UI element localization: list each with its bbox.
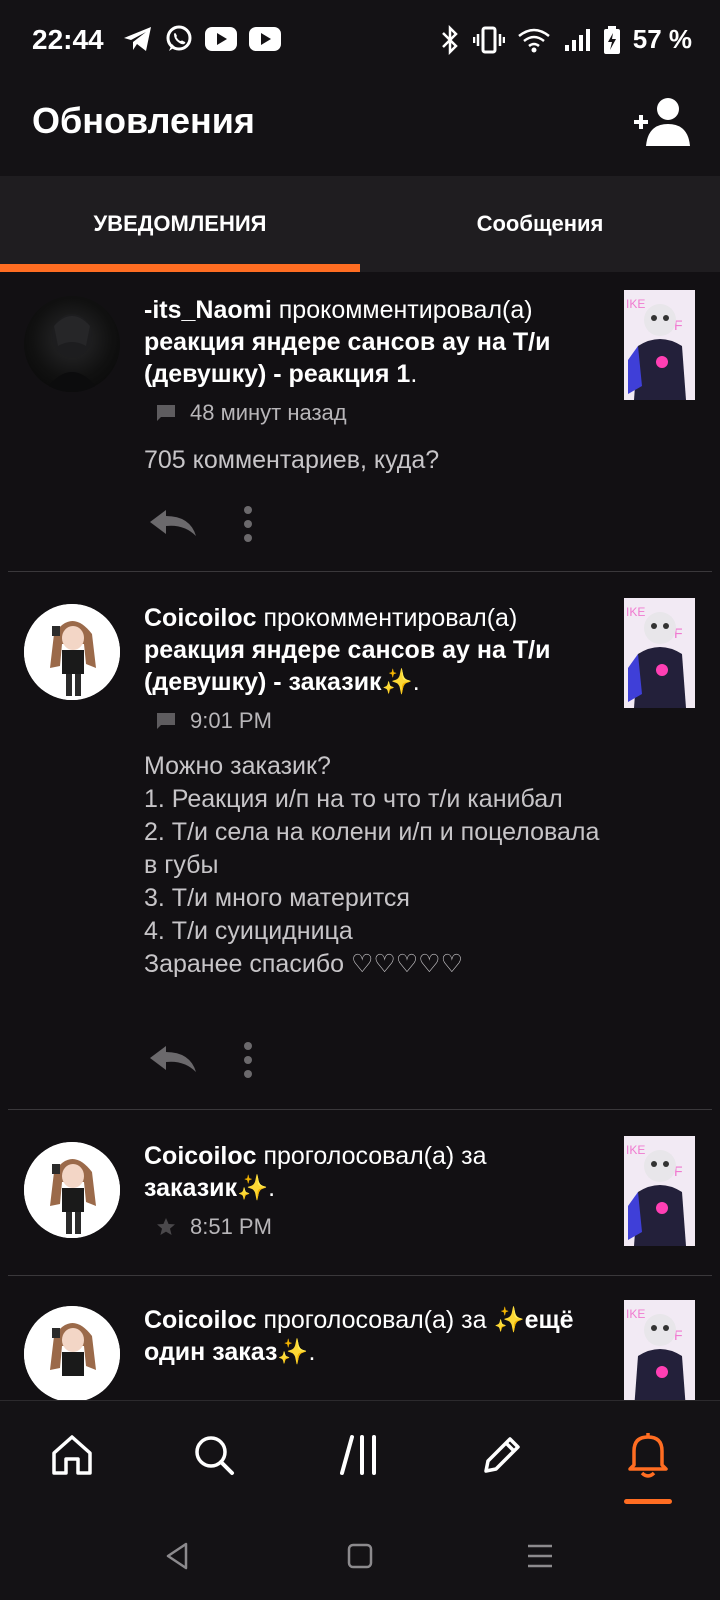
recents-icon <box>528 1544 552 1568</box>
add-user-button[interactable] <box>632 96 692 148</box>
avatar-image <box>24 604 120 700</box>
system-home-button[interactable] <box>340 1536 380 1576</box>
system-navigation-bar <box>0 1508 720 1600</box>
action-text: прокомментировал(а) <box>256 604 518 632</box>
more-vertical-icon <box>244 506 252 542</box>
story-cover-image: IKE F <box>624 1136 695 1246</box>
tab-messages[interactable]: Сообщения <box>360 176 720 272</box>
nav-write-button[interactable] <box>472 1425 532 1485</box>
action-text: проголосовал(а) за <box>256 1306 494 1334</box>
list-item[interactable]: Coicoiloc проголосовал(а) за ✨ещё один з… <box>0 1276 720 1400</box>
telegram-icon <box>124 27 151 51</box>
avatar-image <box>24 1142 120 1238</box>
system-back-button[interactable] <box>158 1536 198 1576</box>
reply-button[interactable] <box>148 508 198 538</box>
active-nav-indicator <box>624 1499 672 1504</box>
nav-search-button[interactable] <box>184 1425 244 1485</box>
active-tab-indicator <box>0 264 360 272</box>
bluetooth-icon <box>441 24 458 55</box>
write-icon <box>484 1437 520 1473</box>
home-icon <box>52 1435 92 1475</box>
tab-notifications[interactable]: УВЕДОМЛЕНИЯ <box>0 176 360 272</box>
comment-text: 705 комментариев, куда? <box>144 446 440 474</box>
vibrate-icon <box>472 26 505 53</box>
reply-icon <box>150 1046 196 1072</box>
story-title[interactable]: реакция яндере сансов ау на Т/и (девушку… <box>144 328 550 388</box>
notification-meta: 9:01 PM <box>156 708 272 734</box>
story-cover[interactable]: IKE F <box>624 290 695 400</box>
notification-meta: 48 минут назад <box>156 400 347 426</box>
action-text: прокомментировал(а) <box>271 296 533 324</box>
story-cover[interactable]: IKE F <box>624 598 695 708</box>
story-cover-image: IKE F <box>624 1300 695 1400</box>
whatsapp-icon <box>166 25 192 51</box>
story-cover[interactable]: IKE F <box>624 1300 695 1400</box>
svg-text:IKE: IKE <box>626 1143 645 1157</box>
list-item[interactable]: -its_Naomi прокомментировал(а) реакция я… <box>0 272 720 572</box>
reply-icon <box>150 510 196 536</box>
notification-text: Coicoiloc прокомментировал(а) реакция ян… <box>144 604 551 696</box>
svg-text:IKE: IKE <box>626 297 645 311</box>
comment-text: Можно заказик? 1. Реакция и/п на то что … <box>144 752 600 978</box>
app-bar: Обновления <box>0 82 720 176</box>
avatar-image <box>44 314 100 392</box>
notification-text: Coicoiloc проголосовал(а) за ✨ещё один з… <box>144 1306 574 1366</box>
user-name[interactable]: Coicoiloc <box>144 604 257 632</box>
avatar-image <box>24 1306 120 1400</box>
notification-time: 8:51 PM <box>190 1214 272 1239</box>
tab-bar: УВЕДОМЛЕНИЯ Сообщения <box>0 176 720 272</box>
signal-icon <box>564 28 590 51</box>
comment-icon <box>157 405 175 421</box>
story-title[interactable]: реакция яндере сансов ау на Т/и (девушку… <box>144 636 550 696</box>
user-name[interactable]: -its_Naomi <box>144 296 272 324</box>
avatar[interactable] <box>24 604 120 700</box>
notification-text: -its_Naomi прокомментировал(а) реакция я… <box>144 296 551 388</box>
nav-home-button[interactable] <box>42 1425 102 1485</box>
action-text: проголосовал(а) за <box>256 1142 487 1170</box>
library-icon <box>340 1435 376 1475</box>
add-user-icon <box>634 98 690 146</box>
avatar[interactable] <box>24 1142 120 1238</box>
comment-icon <box>157 713 175 729</box>
notification-time: 9:01 PM <box>190 708 272 733</box>
list-item[interactable]: Coicoiloc проголосовал(а) за заказик✨. I… <box>0 1110 720 1276</box>
list-item[interactable]: Coicoiloc прокомментировал(а) реакция ян… <box>0 572 720 1110</box>
status-time: 22:44 <box>32 24 104 55</box>
story-cover-image: IKE F <box>624 598 695 708</box>
wifi-icon <box>517 28 550 52</box>
nav-library-button[interactable] <box>330 1425 390 1485</box>
avatar[interactable] <box>24 296 120 392</box>
notifications-bell-icon <box>628 1433 668 1478</box>
star-icon <box>157 1218 175 1235</box>
avatar[interactable] <box>24 1306 120 1400</box>
notification-time: 48 минут назад <box>190 400 347 425</box>
battery-percent: 57 % <box>632 24 692 54</box>
more-vertical-icon <box>244 1042 252 1078</box>
bottom-navigation <box>0 1400 720 1508</box>
nav-notifications-button[interactable] <box>618 1425 678 1485</box>
story-cover[interactable]: IKE F <box>624 1136 695 1246</box>
notification-text: Coicoiloc проголосовал(а) за заказик✨. <box>144 1142 487 1202</box>
more-options-button[interactable] <box>238 504 258 544</box>
user-name[interactable]: Coicoiloc <box>144 1142 257 1170</box>
user-name[interactable]: Coicoiloc <box>144 1306 257 1334</box>
notification-meta: 8:51 PM <box>156 1214 272 1240</box>
search-icon <box>195 1436 234 1475</box>
reply-button[interactable] <box>148 1044 198 1074</box>
svg-text:IKE: IKE <box>626 1307 645 1321</box>
story-cover-image: IKE F <box>624 290 695 400</box>
battery-charging-icon <box>603 25 620 54</box>
status-bar: 22:44 57 % <box>0 0 720 82</box>
back-triangle-icon <box>166 1542 188 1570</box>
system-recents-button[interactable] <box>520 1536 560 1576</box>
page-title: Обновления <box>32 100 255 141</box>
more-options-button[interactable] <box>238 1040 258 1080</box>
notifications-list[interactable]: -its_Naomi прокомментировал(а) реакция я… <box>0 272 720 1400</box>
youtube-icon <box>205 27 237 51</box>
story-title[interactable]: заказик✨ <box>144 1174 268 1202</box>
svg-text:IKE: IKE <box>626 605 645 619</box>
youtube-icon <box>249 27 281 51</box>
home-square-icon <box>347 1543 373 1569</box>
